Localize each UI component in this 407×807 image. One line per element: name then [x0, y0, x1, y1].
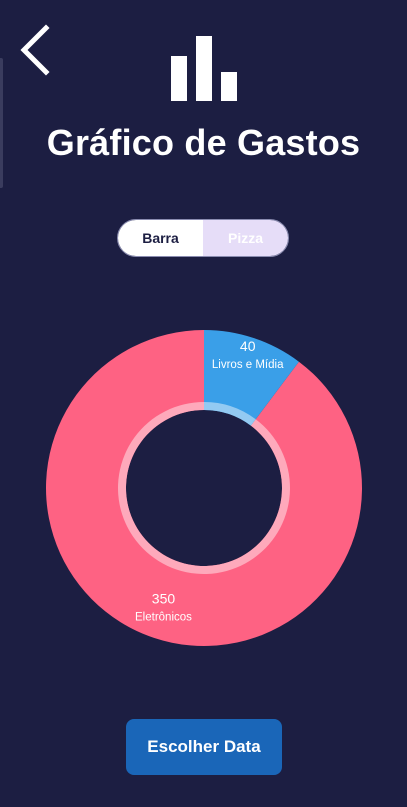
toggle-option-pizza[interactable]: Pizza: [203, 220, 288, 256]
page-title: Gráfico de Gastos: [46, 122, 361, 163]
bar-chart-icon: [170, 36, 238, 102]
pie-value-label: 350: [152, 590, 176, 606]
chevron-left-icon: [20, 24, 50, 76]
screen: Gráfico de Gastos Barra Pizza 350 Eletrôn…: [0, 0, 407, 807]
pie-value-label: 40: [240, 338, 256, 354]
back-button[interactable]: [14, 24, 58, 76]
toggle-option-bar[interactable]: Barra: [118, 220, 203, 256]
pie-category-label: Livros e Mídia: [212, 359, 284, 371]
chart-type-toggle: Barra Pizza: [117, 219, 289, 257]
pie-slice-highlight: [117, 402, 290, 574]
donut-chart: 350 Eletrônicos 40 Livros e Mídia: [45, 330, 362, 646]
pie-slice-eletr-nicos[interactable]: [45, 330, 362, 646]
choose-date-button[interactable]: Escolher Data: [126, 719, 282, 775]
pie-category-label: Eletrônicos: [135, 611, 192, 623]
